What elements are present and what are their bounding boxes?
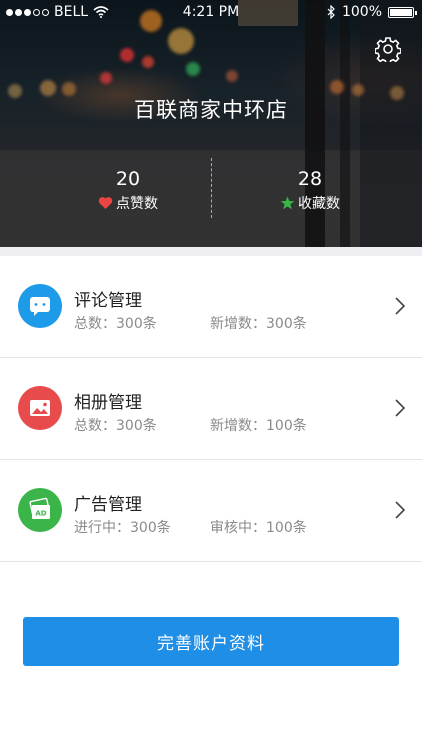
section-gap: [0, 247, 422, 256]
list-item-album[interactable]: 相册管理 总数：300条 新增数：100条: [0, 358, 422, 460]
likes-label: 点赞数: [116, 196, 158, 212]
comment-icon: [18, 284, 62, 328]
status-bar: BELL 4:21 PM 100%: [0, 0, 422, 24]
favorites-count: 28: [297, 168, 323, 190]
svg-text:AD: AD: [35, 510, 46, 518]
store-name: 百联商家中环店: [134, 98, 288, 122]
battery-percent: 100%: [341, 4, 382, 20]
favorites-stat[interactable]: 28 收藏数: [250, 168, 370, 213]
complete-profile-button[interactable]: 完善账户资料: [23, 617, 399, 666]
section-stat: 新增数：300条: [210, 316, 307, 332]
section-stat: 总数：300条: [74, 418, 157, 434]
photo-icon: [18, 386, 62, 430]
heart-icon: [98, 197, 113, 209]
section-stat: 新增数：100条: [210, 418, 307, 434]
section-title: 评论管理: [74, 291, 142, 311]
bluetooth-icon: [327, 5, 335, 19]
likes-stat[interactable]: 20 点赞数: [68, 168, 188, 213]
list-item-ads[interactable]: AD 广告管理 进行中：300条 审核中：100条: [0, 460, 422, 562]
section-stat: 进行中：300条: [74, 520, 171, 536]
chevron-right-icon: [395, 297, 406, 315]
star-icon: [280, 196, 295, 210]
section-stat: 总数：300条: [74, 316, 157, 332]
stats-divider: [211, 158, 212, 218]
section-title: 相册管理: [74, 393, 142, 413]
chevron-right-icon: [395, 501, 406, 519]
gear-icon[interactable]: [375, 36, 401, 62]
header-banner: BELL 4:21 PM 100% 百联商家中环店 20 点赞数 28 收藏数: [0, 0, 422, 247]
likes-count: 20: [115, 168, 141, 190]
list-item-comments[interactable]: 评论管理 总数：300条 新增数：300条: [0, 256, 422, 358]
chevron-right-icon: [395, 399, 406, 417]
section-stat: 审核中：100条: [210, 520, 307, 536]
ad-icon: AD: [18, 488, 62, 532]
section-title: 广告管理: [74, 495, 142, 515]
favorites-label: 收藏数: [298, 196, 340, 212]
battery-icon: [388, 6, 417, 18]
